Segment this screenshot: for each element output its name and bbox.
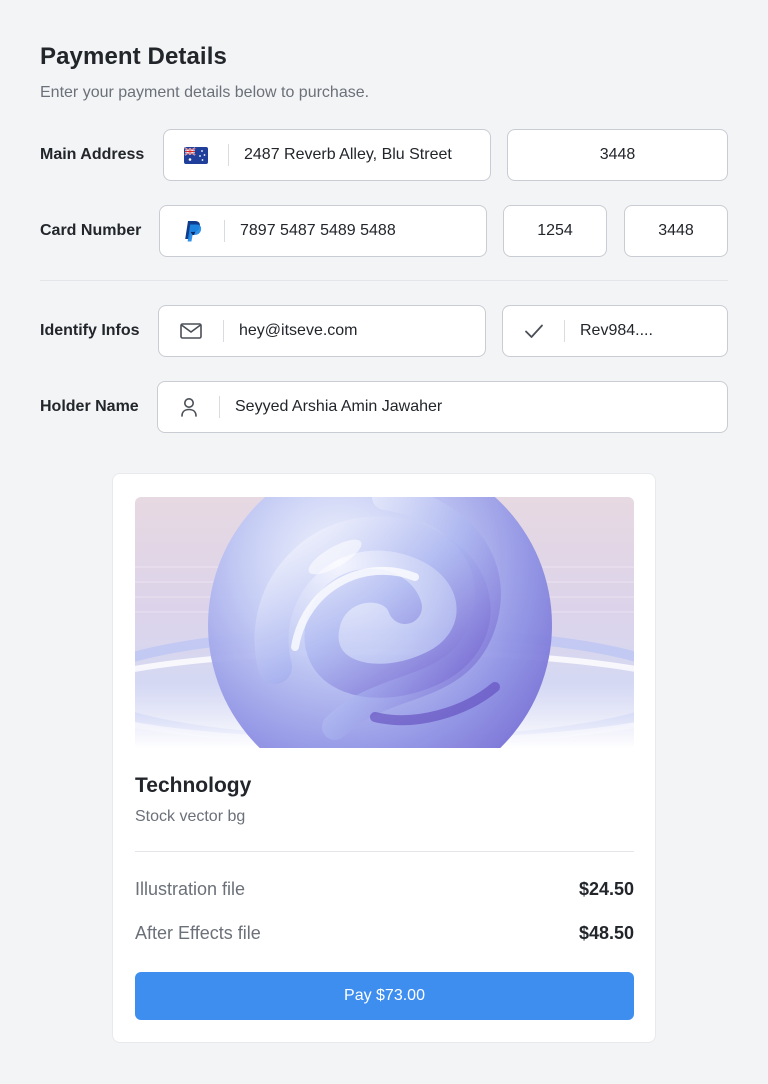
address-field[interactable]: 2487 Reverb Alley, Blu Street — [163, 129, 491, 181]
line-item: After Effects file $48.50 — [135, 923, 634, 944]
card-divider — [135, 851, 634, 852]
user-icon — [158, 382, 219, 432]
expiry-field[interactable]: 1254 — [503, 205, 607, 257]
email-field[interactable]: hey@itseve.com — [158, 305, 486, 357]
holder-name-value: Seyyed Arshia Amin Jawaher — [235, 398, 443, 415]
payment-page: Payment Details Enter your payment detai… — [0, 0, 768, 1084]
email-value: hey@itseve.com — [239, 322, 358, 339]
verification-code-value: Rev984.... — [580, 322, 653, 339]
mail-icon — [159, 306, 223, 356]
check-icon — [503, 306, 564, 356]
card-number-label: Card Number — [40, 222, 142, 239]
paypal-icon — [160, 206, 224, 256]
page-subtitle: Enter your payment details below to purc… — [40, 84, 370, 101]
card-number-value: 7897 5487 5489 5488 — [240, 222, 396, 239]
expiry-value: 1254 — [537, 222, 573, 239]
section-divider — [40, 280, 728, 281]
postal-code-value: 3448 — [599, 146, 636, 163]
line-item-label: After Effects file — [135, 923, 261, 943]
line-item-label: Illustration file — [135, 879, 246, 899]
cvv-value: 3448 — [658, 222, 694, 239]
holder-name-label: Holder Name — [40, 398, 139, 415]
pay-button[interactable]: Pay $73.00 — [135, 972, 634, 1020]
holder-name-field[interactable]: Seyyed Arshia Amin Jawaher — [157, 381, 728, 433]
page-title: Payment Details — [40, 43, 227, 70]
identify-infos-label: Identify Infos — [40, 322, 140, 339]
line-item-price: $48.50 — [578, 923, 634, 943]
address-value: 2487 Reverb Alley, Blu Street — [244, 146, 452, 163]
product-title: Technology — [135, 774, 252, 797]
main-address-label: Main Address — [40, 146, 145, 163]
card-number-field[interactable]: 7897 5487 5489 5488 — [159, 205, 487, 257]
flag-icon — [164, 130, 228, 180]
product-card: Technology Stock vector bg Illustration … — [112, 473, 656, 1043]
line-item-price: $24.50 — [578, 879, 634, 899]
product-subtitle: Stock vector bg — [135, 808, 246, 825]
postal-code-field[interactable]: 3448 — [507, 129, 728, 181]
cvv-field[interactable]: 3448 — [624, 205, 728, 257]
verification-code-field[interactable]: Rev984.... — [502, 305, 728, 357]
product-image — [135, 497, 634, 748]
line-item: Illustration file $24.50 — [135, 879, 634, 900]
